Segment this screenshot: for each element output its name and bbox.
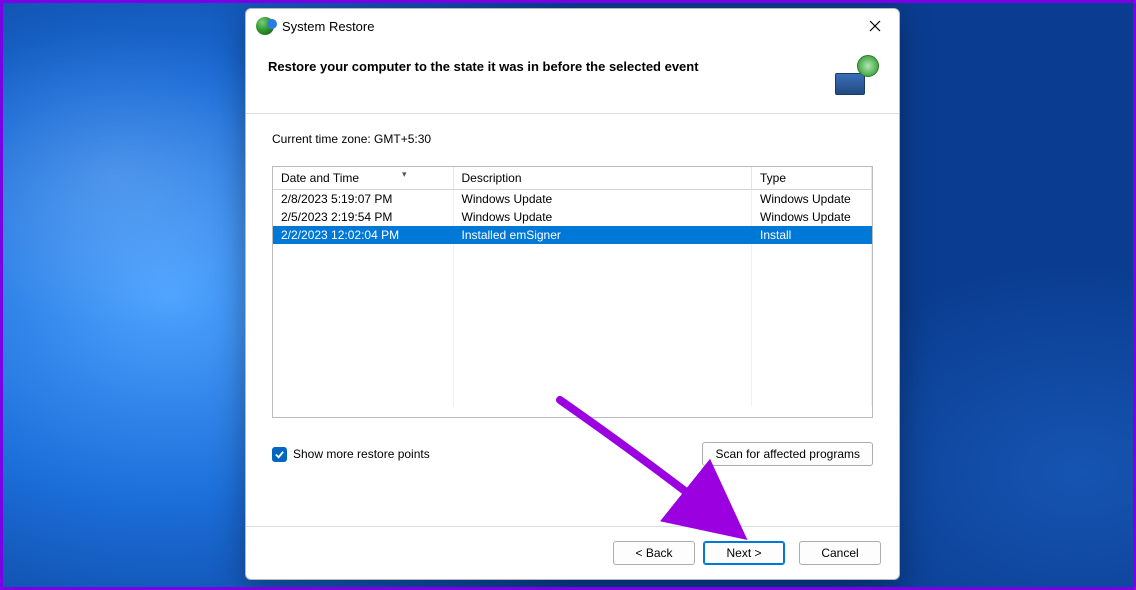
table-row-selected[interactable]: 2/2/2023 12:02:04 PM Installed emSigner … bbox=[273, 226, 872, 244]
next-button[interactable]: Next > bbox=[703, 541, 785, 565]
table-row-empty bbox=[273, 244, 872, 262]
table-row-empty bbox=[273, 262, 872, 280]
table-row-empty bbox=[273, 298, 872, 316]
show-more-checkbox[interactable]: Show more restore points bbox=[272, 447, 430, 462]
restore-points-table[interactable]: Date and Time ▾ Description Type 2/8/202… bbox=[272, 166, 873, 418]
table-row-empty bbox=[273, 352, 872, 370]
wizard-footer: < Back Next > Cancel bbox=[246, 526, 899, 579]
back-button[interactable]: < Back bbox=[613, 541, 695, 565]
show-more-label: Show more restore points bbox=[293, 447, 430, 461]
column-header-description[interactable]: Description bbox=[453, 167, 752, 190]
table-row[interactable]: 2/5/2023 2:19:54 PM Windows Update Windo… bbox=[273, 208, 872, 226]
system-restore-window: System Restore Restore your computer to … bbox=[245, 8, 900, 580]
close-icon bbox=[869, 20, 881, 32]
cancel-button[interactable]: Cancel bbox=[799, 541, 881, 565]
column-header-date[interactable]: Date and Time ▾ bbox=[273, 167, 453, 190]
table-row-empty bbox=[273, 316, 872, 334]
content-header: Restore your computer to the state it wa… bbox=[246, 43, 899, 114]
sort-indicator-icon: ▾ bbox=[402, 169, 407, 180]
table-row-empty bbox=[273, 334, 872, 352]
column-header-type[interactable]: Type bbox=[752, 167, 872, 190]
table-row-empty bbox=[273, 370, 872, 388]
titlebar[interactable]: System Restore bbox=[246, 9, 899, 43]
restore-header-icon bbox=[833, 57, 877, 95]
window-title: System Restore bbox=[282, 19, 374, 34]
table-row[interactable]: 2/8/2023 5:19:07 PM Windows Update Windo… bbox=[273, 190, 872, 209]
body-area: Current time zone: GMT+5:30 Date and Tim… bbox=[246, 114, 899, 526]
page-title: Restore your computer to the state it wa… bbox=[268, 57, 821, 74]
scan-affected-programs-button[interactable]: Scan for affected programs bbox=[702, 442, 873, 466]
under-table-row: Show more restore points Scan for affect… bbox=[272, 442, 873, 466]
checkbox-icon bbox=[272, 447, 287, 462]
timezone-label: Current time zone: GMT+5:30 bbox=[272, 132, 873, 146]
close-button[interactable] bbox=[855, 11, 895, 41]
table-row-empty bbox=[273, 280, 872, 298]
system-restore-icon bbox=[256, 17, 274, 35]
table-row-empty bbox=[273, 388, 872, 406]
